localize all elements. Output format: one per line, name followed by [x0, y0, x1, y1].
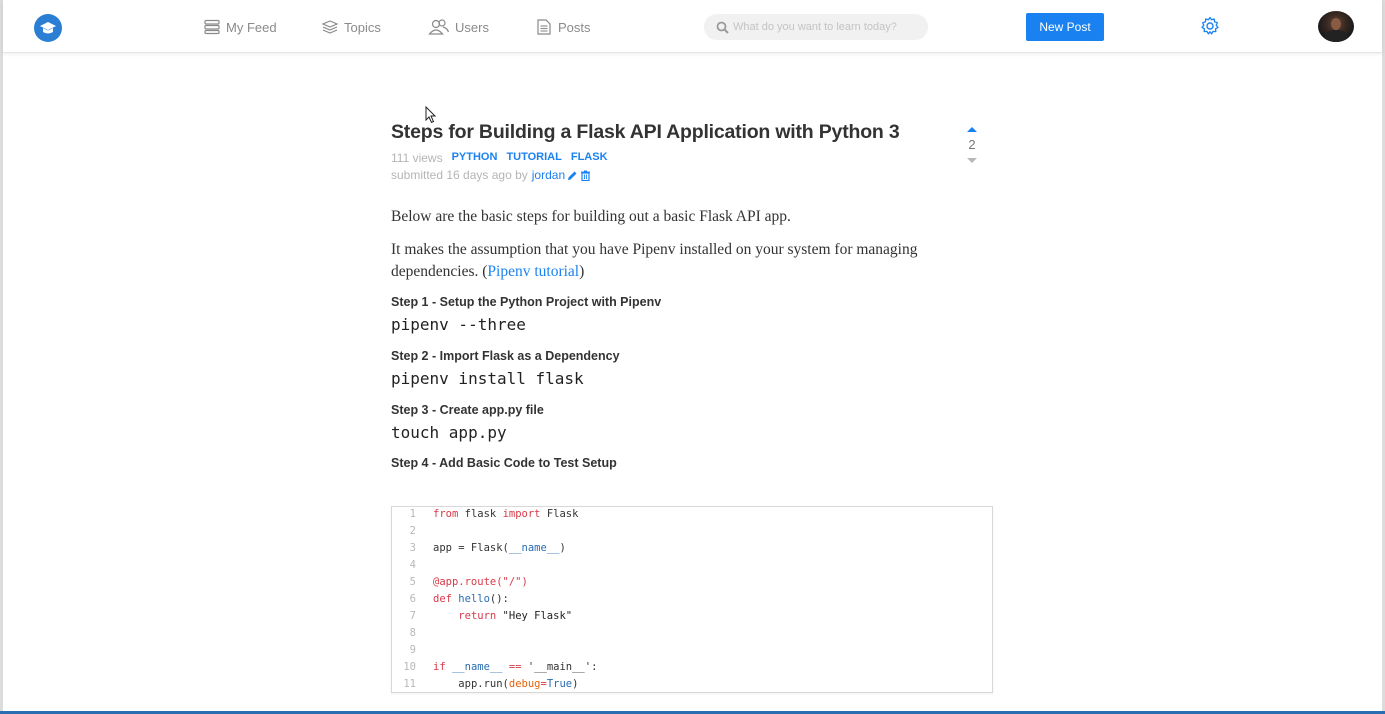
line-number: 5	[409, 576, 416, 588]
line-number: 11	[403, 678, 416, 690]
code-token: return	[458, 610, 497, 622]
nav-topics-label: Topics	[344, 19, 381, 35]
line-number: 1	[409, 508, 416, 520]
code-token: ==	[502, 661, 528, 673]
feed-icon	[204, 19, 220, 35]
top-navbar: My Feed Topics Users Posts New Post	[3, 0, 1382, 53]
paragraph-assumption: It makes the assumption that you have Pi…	[391, 239, 991, 283]
topics-icon	[321, 20, 339, 34]
code-token: __name__	[508, 542, 560, 554]
line-number: 8	[409, 627, 416, 639]
submitted-text: submitted 16 days ago by	[391, 168, 528, 182]
code-token: @app.route("/")	[433, 576, 528, 588]
code-token: "Hey Flask"	[496, 610, 573, 622]
line-number: 4	[409, 559, 416, 571]
step-4-heading: Step 4 - Add Basic Code to Test Setup	[391, 456, 617, 470]
search-bar[interactable]	[704, 14, 928, 40]
line-number: 10	[403, 661, 416, 673]
nav-my-feed-label: My Feed	[226, 19, 277, 35]
pipenv-tutorial-link[interactable]: Pipenv tutorial	[487, 263, 579, 280]
code-token: )	[572, 678, 579, 690]
code-token: )	[559, 542, 566, 554]
delete-trash-icon[interactable]	[580, 170, 591, 181]
gear-icon[interactable]	[1199, 15, 1221, 37]
code-token: app.run(	[458, 678, 509, 690]
avatar-shirt	[1324, 30, 1348, 42]
code-line: 1 from flask import Flask	[392, 508, 579, 525]
code-token: __name__	[445, 661, 503, 673]
paragraph-intro: Below are the basic steps for building o…	[391, 208, 791, 225]
code-line: 9	[392, 644, 433, 661]
paragraph-assumption-text: It makes the assumption that you have Pi…	[391, 241, 918, 280]
step-2-heading: Step 2 - Import Flask as a Dependency	[391, 349, 620, 363]
search-input[interactable]	[733, 21, 923, 33]
post-meta: 111 views PYTHON TUTORIAL FLASK	[391, 151, 608, 165]
code-line: 4	[392, 559, 433, 576]
code-line: 11 app.run(debug = True)	[392, 678, 579, 692]
tag-flask[interactable]: FLASK	[571, 151, 608, 165]
author-link[interactable]: jordan	[532, 168, 565, 182]
code-token: hello	[451, 593, 490, 605]
line-number: 6	[409, 593, 416, 605]
avatar[interactable]	[1318, 11, 1354, 42]
code-token: import	[502, 508, 541, 520]
upvote-arrow-icon[interactable]	[967, 127, 977, 132]
step-1-heading: Step 1 - Setup the Python Project with P…	[391, 295, 662, 309]
nav-users[interactable]: Users	[428, 17, 489, 37]
nav-topics[interactable]: Topics	[321, 17, 381, 37]
step-2-command: pipenv install flask	[391, 369, 584, 388]
vote-widget: 2	[963, 127, 981, 163]
code-token: debug	[508, 678, 541, 690]
line-number: 2	[409, 525, 416, 537]
line-number: 7	[409, 610, 416, 622]
code-token: from	[433, 508, 459, 520]
code-line: 6 def hello ():	[392, 593, 509, 610]
nav-users-label: Users	[455, 19, 489, 35]
code-token: if	[433, 661, 446, 673]
post-title: Steps for Building a Flask API Applicati…	[391, 121, 900, 143]
tag-tutorial[interactable]: TUTORIAL	[506, 151, 561, 165]
paragraph-assumption-close: )	[579, 263, 585, 280]
step-1-command: pipenv --three	[391, 315, 526, 334]
vote-count: 2	[968, 137, 976, 152]
line-number: 3	[409, 542, 416, 554]
search-icon	[716, 21, 729, 34]
code-token: app = Flask(	[433, 542, 509, 554]
nav-posts-label: Posts	[558, 19, 591, 35]
code-line: 5 @app.route("/")	[392, 576, 528, 593]
code-line: 3 app = Flask(__name__)	[392, 542, 566, 559]
edit-pencil-icon[interactable]	[567, 170, 578, 181]
nav-posts[interactable]: Posts	[535, 17, 591, 37]
code-token: flask	[458, 508, 503, 520]
downvote-arrow-icon[interactable]	[967, 158, 977, 163]
code-token: :	[591, 661, 598, 673]
code-token: ():	[489, 593, 509, 605]
code-line: 10 if __name__ == '__main__':	[392, 661, 597, 678]
view-count: 111 views	[391, 151, 443, 165]
code-line: 2	[392, 525, 433, 542]
line-number: 9	[409, 644, 416, 656]
code-line: 7 return "Hey Flask"	[392, 610, 572, 627]
avatar-face	[1331, 18, 1341, 30]
code-editor[interactable]: 1 from flask import Flask 2 3 app = Flask(…	[391, 506, 993, 693]
step-3-command: touch app.py	[391, 423, 507, 442]
new-post-button[interactable]: New Post	[1026, 13, 1104, 41]
step-3-heading: Step 3 - Create app.py file	[391, 403, 544, 417]
code-token: True	[546, 678, 573, 690]
code-token: def	[433, 593, 452, 605]
window-edge-left	[0, 0, 3, 714]
code-token: '__main__'	[527, 661, 592, 673]
nav-my-feed[interactable]: My Feed	[203, 17, 277, 37]
logo-icon[interactable]	[34, 14, 62, 42]
post-submitted: submitted 16 days ago by jordan	[391, 168, 591, 182]
code-token: Flask	[540, 508, 579, 520]
code-line: 8	[392, 627, 433, 644]
posts-icon	[537, 19, 551, 35]
tag-python[interactable]: PYTHON	[452, 151, 498, 165]
users-icon	[428, 19, 450, 35]
